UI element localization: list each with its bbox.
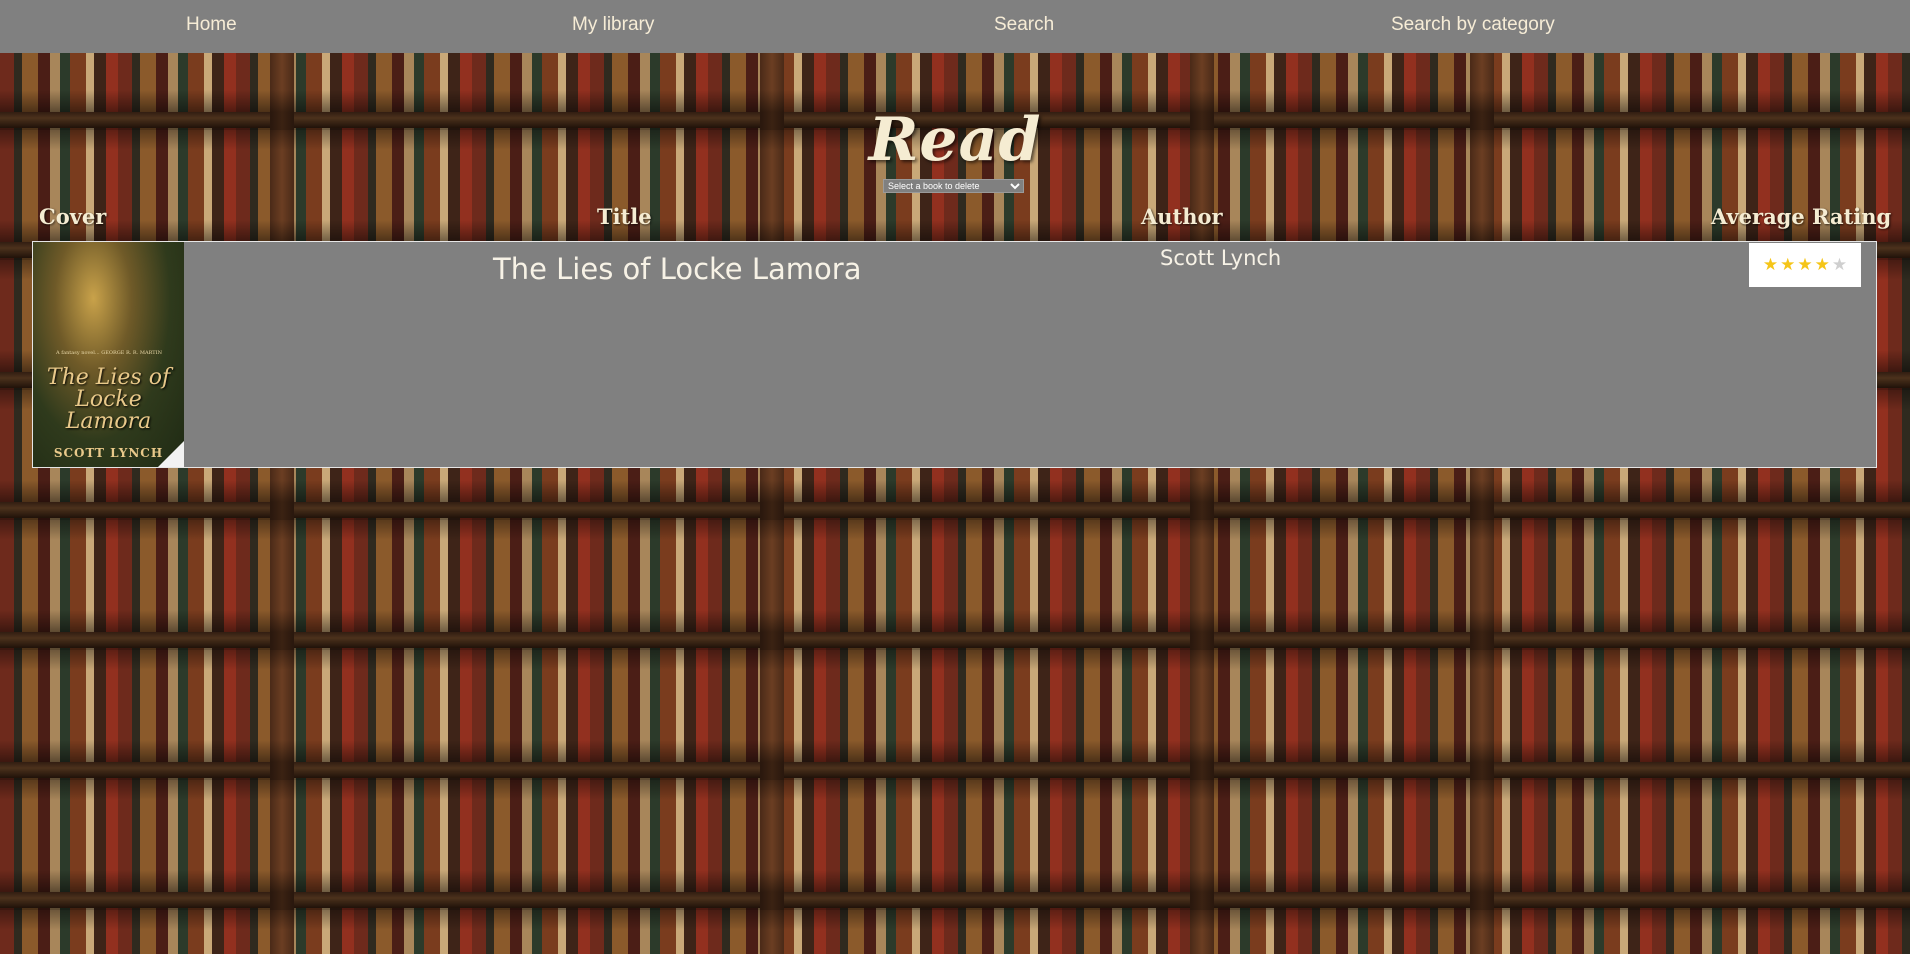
- nav-my-library-link[interactable]: My library: [572, 14, 654, 36]
- nav-search-link[interactable]: Search: [994, 14, 1054, 36]
- book-cover-quote: A fantasy novel... GEORGE R. R. MARTIN: [56, 350, 162, 356]
- star-empty-icon: ★: [1831, 254, 1848, 275]
- star-filled-icon: ★: [1780, 254, 1796, 275]
- star-filled-icon: ★: [1762, 254, 1779, 275]
- page-curl-decoration: [158, 441, 184, 467]
- column-header-author: Author: [1141, 204, 1223, 229]
- star-filled-icon: ★: [1814, 254, 1830, 275]
- average-rating-stars: ★ ★ ★ ★ ★: [1749, 243, 1861, 287]
- nav-search-by-category-link[interactable]: Search by category: [1391, 14, 1555, 36]
- nav-home-link[interactable]: Home: [186, 14, 237, 36]
- book-author: Scott Lynch: [1160, 246, 1282, 270]
- book-cover-title: The Lies of Locke Lamora: [46, 365, 171, 434]
- book-cover-image[interactable]: A fantasy novel... GEORGE R. R. MARTIN T…: [33, 242, 184, 467]
- star-filled-icon: ★: [1797, 254, 1813, 275]
- page-title: Read: [868, 105, 1042, 175]
- column-header-cover: Cover: [39, 204, 107, 229]
- book-title[interactable]: The Lies of Locke Lamora: [493, 252, 861, 286]
- column-header-average-rating: Average Rating: [1711, 204, 1892, 229]
- top-nav: Home My library Search Search by categor…: [0, 0, 1910, 53]
- column-header-title: Title: [597, 204, 652, 229]
- book-row[interactable]: A fantasy novel... GEORGE R. R. MARTIN T…: [32, 241, 1877, 468]
- delete-book-select[interactable]: Select a book to delete: [883, 179, 1024, 193]
